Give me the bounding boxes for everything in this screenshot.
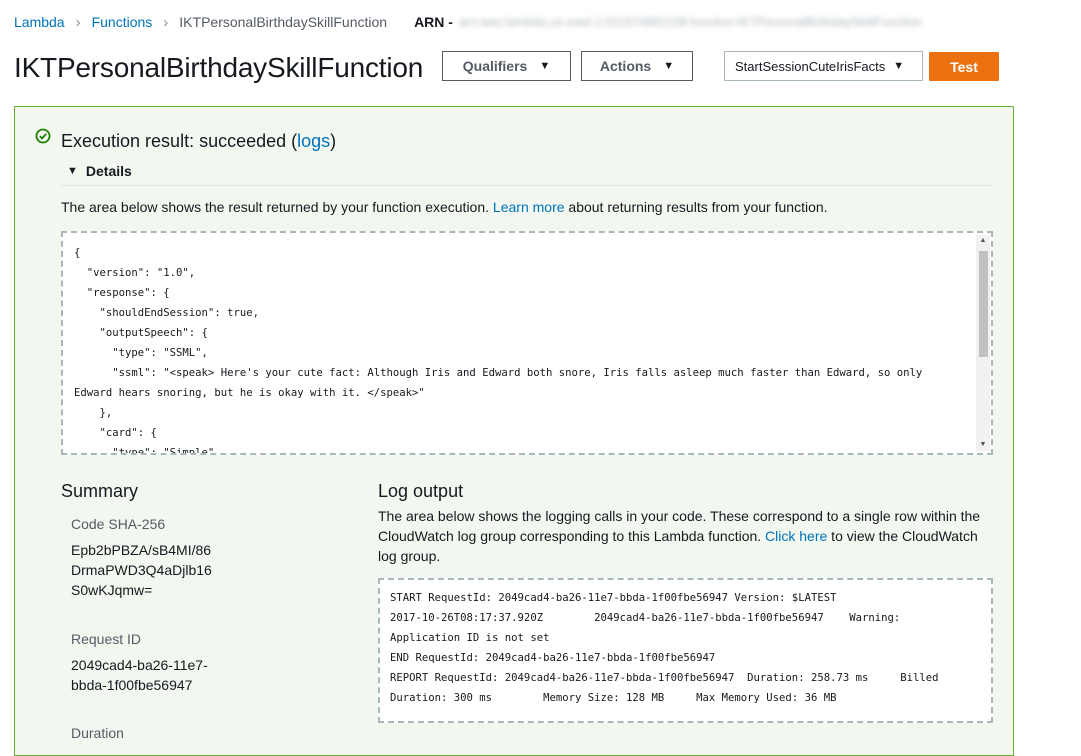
execution-result-panel: Execution result: succeeded (logs) ▼ Det…: [14, 106, 1014, 756]
scroll-up-arrow-icon[interactable]: ▲: [976, 235, 990, 247]
summary-title: Summary: [61, 481, 139, 501]
details-toggle[interactable]: ▼ Details: [67, 163, 132, 179]
breadcrumb-current: IKTPersonalBirthdaySkillFunction: [179, 14, 388, 30]
logs-link[interactable]: logs: [297, 131, 330, 151]
duration-label: Duration: [71, 725, 124, 741]
qualifiers-label: Qualifiers: [462, 58, 528, 74]
test-event-select[interactable]: StartSessionCuteIrisFacts ▼: [724, 51, 923, 81]
result-code: { "version": "1.0", "response": { "shoul…: [74, 247, 923, 455]
caret-down-icon: ▼: [893, 60, 905, 72]
divider: [61, 185, 993, 186]
caret-down-icon: ▼: [539, 60, 551, 72]
arn-label: ARN -: [414, 14, 453, 30]
result-scrollbar[interactable]: ▲ ▼: [976, 235, 990, 451]
arn-value: arn:aws:lambda:us-east-1:011574662158:fu…: [458, 15, 923, 29]
result-desc-suffix: about returning results from your functi…: [564, 199, 828, 215]
cloudwatch-click-here-link[interactable]: Click here: [765, 528, 827, 544]
result-desc-prefix: The area below shows the result returned…: [61, 199, 493, 215]
code-sha-label: Code SHA-256: [71, 516, 166, 532]
actions-label: Actions: [599, 58, 652, 74]
breadcrumb: Lambda › Functions › IKTPersonalBirthday…: [14, 12, 922, 32]
code-sha-value: Epb2bPBZA/sB4MI/86 DrmaPWD3Q4aDjlb16 S0w…: [71, 540, 212, 600]
details-label: Details: [85, 163, 132, 179]
request-id-line: 2049cad4-ba26-11e7-: [71, 657, 208, 673]
log-output-box[interactable]: START RequestId: 2049cad4-ba26-11e7-bbda…: [378, 578, 993, 723]
result-title-suffix: ): [330, 131, 337, 151]
test-event-value: StartSessionCuteIrisFacts: [735, 58, 886, 74]
result-status-text: Execution result: succeeded (: [61, 131, 298, 151]
qualifiers-button[interactable]: Qualifiers ▼: [442, 51, 571, 81]
request-id-value: 2049cad4-ba26-11e7- bbda-1f00fbe56947: [71, 655, 208, 695]
result-code-box[interactable]: { "version": "1.0", "response": { "shoul…: [61, 231, 993, 455]
page-title: IKTPersonalBirthdaySkillFunction: [14, 52, 424, 83]
actions-button[interactable]: Actions ▼: [581, 51, 693, 81]
test-button[interactable]: Test: [929, 52, 999, 81]
code-sha-line: DrmaPWD3Q4aDjlb16: [71, 562, 212, 578]
breadcrumb-functions-link[interactable]: Functions: [92, 14, 153, 30]
scroll-thumb[interactable]: [979, 251, 988, 357]
request-id-line: bbda-1f00fbe56947: [71, 677, 193, 693]
learn-more-link[interactable]: Learn more: [493, 199, 565, 215]
scroll-down-arrow-icon[interactable]: ▼: [976, 439, 990, 451]
log-output-text: START RequestId: 2049cad4-ba26-11e7-bbda…: [390, 592, 939, 704]
chevron-right-icon: ›: [163, 13, 169, 31]
code-sha-line: S0wKJqmw=: [71, 582, 153, 598]
chevron-right-icon: ›: [75, 13, 81, 31]
log-output-description: The area below shows the logging calls i…: [378, 506, 998, 566]
code-sha-line: Epb2bPBZA/sB4MI/86: [71, 542, 212, 558]
triangle-down-icon: ▼: [67, 165, 78, 177]
result-description: The area below shows the result returned…: [61, 199, 828, 215]
caret-down-icon: ▼: [663, 60, 675, 72]
request-id-label: Request ID: [71, 631, 142, 647]
log-output-title: Log output: [378, 481, 464, 501]
execution-result-title: Execution result: succeeded (logs): [61, 131, 336, 152]
check-circle-icon: [35, 128, 51, 144]
breadcrumb-lambda-link[interactable]: Lambda: [14, 14, 65, 30]
